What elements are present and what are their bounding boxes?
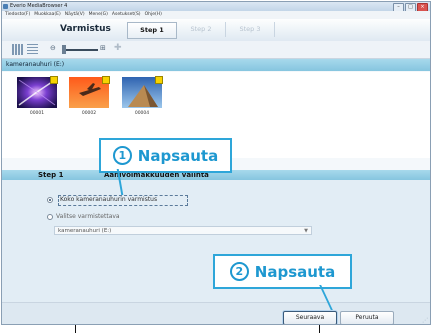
device-select-value: kameranauhuri (E:) [58, 228, 112, 234]
resize-grip-icon[interactable]: ⋰ [422, 317, 428, 324]
title-bar: Everio MediaBrowser 4 – □ × [2, 2, 430, 12]
selected-check-icon[interactable] [102, 76, 110, 84]
window-title: Everio MediaBrowser 4 [10, 3, 68, 9]
leader-line [319, 325, 320, 333]
view-bar: ⊖ ⊞ ✚ [2, 41, 430, 59]
window-controls: – □ × [393, 2, 428, 12]
thumbnail-label: 00004 [134, 111, 150, 116]
slider-handle[interactable] [62, 45, 66, 54]
menu-file[interactable]: Tiedosto(F) [5, 11, 30, 19]
grid-view-icon[interactable] [12, 44, 23, 55]
device-header: kameranauhuri (E:) [2, 59, 430, 71]
menu-settings[interactable]: Asetukset(S) [112, 11, 141, 19]
thumbnail-1[interactable] [17, 76, 58, 108]
leader-line [75, 325, 76, 333]
callout-text: Napsauta [137, 146, 219, 165]
callout-text: Napsauta [254, 262, 336, 281]
cancel-button[interactable]: Peruuta [340, 311, 394, 324]
thumbnail-label: 00001 [29, 111, 45, 116]
callout-number: 1 [112, 146, 132, 165]
radio-full-backup[interactable] [47, 197, 53, 203]
callout-number: 2 [229, 262, 249, 281]
callout-2: 2 Napsauta [213, 254, 352, 289]
thumbnail-size-slider[interactable] [64, 49, 98, 51]
tab-step-1[interactable]: Step 1 [127, 22, 177, 39]
menu-bar: Tiedosto(F) Muokkaa(E) Näytä(V) Mene(G) … [2, 11, 430, 19]
zoom-in-icon[interactable]: ⊞ [100, 44, 106, 52]
option-select-backup-label[interactable]: Valitse varmistettava [56, 213, 120, 220]
zoom-out-icon[interactable]: ⊖ [50, 44, 56, 52]
chevron-down-icon: ▼ [304, 228, 308, 234]
menu-view[interactable]: Näytä(V) [65, 11, 85, 19]
toolbar: Varmistus Step 1 Step 2 Step 3 [2, 19, 430, 42]
step-label: Step 1 [38, 171, 64, 179]
thumbnail-2[interactable] [69, 76, 110, 108]
tab-step-2: Step 2 [177, 22, 226, 37]
selected-check-icon[interactable] [155, 76, 163, 84]
thumbnail-3[interactable] [122, 76, 163, 108]
thumbnail-label: 00002 [81, 111, 97, 116]
bottom-bar: Seuraava Peruuta ⋰ [2, 302, 430, 324]
menu-help[interactable]: Ohje(H) [145, 11, 162, 19]
app-icon [3, 4, 8, 9]
selected-check-icon[interactable] [50, 76, 58, 84]
mode-title: Varmistus [60, 24, 111, 34]
menu-edit[interactable]: Muokkaa(E) [34, 11, 61, 19]
callout-1: 1 Napsauta [99, 138, 232, 173]
next-button[interactable]: Seuraava [283, 311, 337, 324]
step-tabs: Step 1 Step 2 Step 3 [127, 22, 275, 39]
add-icon: ✚ [114, 43, 122, 53]
option-full-backup-label[interactable]: Koko kameranauhurin varmistus [60, 196, 157, 203]
list-view-icon[interactable] [27, 44, 38, 55]
radio-select-backup[interactable] [47, 214, 53, 220]
device-select[interactable]: kameranauhuri (E:) ▼ [54, 226, 312, 235]
menu-go[interactable]: Mene(G) [89, 11, 108, 19]
tab-step-3: Step 3 [226, 22, 275, 37]
